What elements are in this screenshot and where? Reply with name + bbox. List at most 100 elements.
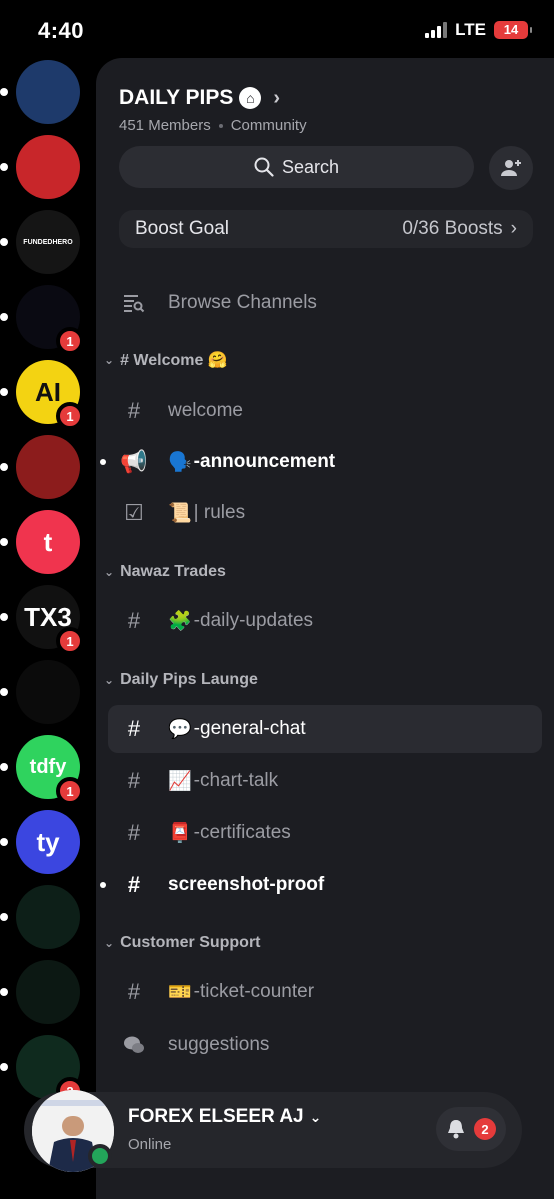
status-time: 4:40: [38, 18, 85, 43]
server-rail: FUNDEDHERO1AI1tTX31tdfy1ty2: [0, 0, 96, 1199]
mention-badge: 1: [56, 627, 84, 655]
hashtag-icon: #: [127, 979, 141, 1004]
hashtag-icon: #: [127, 872, 141, 897]
server-13-icon[interactable]: [0, 960, 80, 1024]
category-nawaz-trades[interactable]: ⌄ Nawaz Trades: [104, 563, 226, 581]
server-2-icon[interactable]: [0, 135, 80, 199]
server-12-icon[interactable]: [0, 885, 80, 949]
unread-pip: [0, 313, 8, 321]
chevron-down-icon: ⌄: [104, 936, 115, 950]
unread-pip: [0, 388, 8, 396]
server-fundedhero-icon[interactable]: FUNDEDHERO: [0, 210, 80, 274]
category-daily-pips-launge[interactable]: ⌄ Daily Pips Launge: [104, 671, 258, 689]
search-button[interactable]: Search: [119, 146, 474, 188]
server-ai-icon[interactable]: AI 1: [0, 360, 84, 430]
channel-general-chat[interactable]: # 💬 -general-chat: [108, 705, 542, 753]
server-ty-icon[interactable]: ty: [0, 810, 80, 874]
server-type: Community: [230, 117, 307, 134]
status-right: LTE 14: [425, 20, 532, 40]
channel-label: screenshot-proof: [168, 874, 325, 895]
mention-badge: 1: [56, 777, 84, 805]
server-tdfy-icon[interactable]: tdfy 1: [0, 735, 84, 805]
server-name: DAILY PIPS: [119, 86, 234, 109]
channel-daily-updates[interactable]: # 🧩 -daily-updates: [108, 597, 542, 645]
channel-label: suggestions: [168, 1034, 270, 1055]
invite-button[interactable]: [489, 146, 533, 190]
channel-welcome[interactable]: # welcome: [108, 387, 542, 435]
server-meta: 451 Members Community: [119, 117, 307, 134]
channel-panel: DAILY PIPS ⌂ › 451 Members Community Sea…: [96, 58, 554, 1199]
server-initials: AI: [35, 376, 61, 407]
channel-chart-talk[interactable]: # 📈 -chart-talk: [108, 757, 542, 805]
hashtag-icon: #: [127, 608, 141, 633]
boost-label: Boost Goal: [135, 218, 229, 239]
channel-rules[interactable]: ☑ 📜 | rules: [108, 489, 542, 537]
forum-icon: [122, 1035, 146, 1055]
boost-goal-bar[interactable]: Boost Goal 0/36 Boosts ›: [119, 210, 533, 248]
channel-label: welcome: [168, 400, 243, 421]
server-9-icon[interactable]: [0, 660, 80, 724]
unread-pip: [0, 838, 8, 846]
status-bar: 4:40 LTE 14: [0, 0, 554, 60]
category-label: Customer Support: [120, 934, 261, 951]
category-label: Nawaz Trades: [120, 563, 226, 580]
server-t-icon[interactable]: t: [0, 510, 80, 574]
server-6-icon[interactable]: [0, 435, 80, 499]
channel-label: -chart-talk: [193, 770, 279, 791]
unread-indicator: [100, 459, 106, 465]
channel-certificates[interactable]: # 📮 -certificates: [108, 809, 542, 857]
channel-announcement[interactable]: 📢 🗣️ -announcement: [100, 438, 542, 486]
bell-icon: [448, 1120, 464, 1139]
chevron-right-icon: ›: [510, 218, 517, 239]
community-badge-icon: ⌂: [239, 87, 262, 109]
unread-pip: [0, 688, 8, 696]
server-4-icon[interactable]: 1: [0, 285, 84, 355]
chevron-down-icon: ⌄: [104, 353, 115, 367]
unread-pip: [0, 238, 8, 246]
channel-label: -general-chat: [193, 718, 306, 739]
server-tx3-icon[interactable]: TX3 1: [0, 585, 84, 655]
browse-channels-icon: [122, 293, 146, 313]
server-1-icon[interactable]: [0, 60, 80, 124]
user-status: Online: [128, 1136, 172, 1153]
chevron-right-icon: ›: [273, 86, 281, 109]
search-label: Search: [281, 156, 340, 177]
unread-pip: [0, 1063, 8, 1071]
browse-channels-label: Browse Channels: [168, 292, 317, 313]
channel-ticket-counter[interactable]: # 🎫 -ticket-counter: [108, 968, 542, 1016]
unread-pip: [0, 463, 8, 471]
chevron-down-icon: ⌄: [309, 1108, 322, 1125]
mention-badge: 1: [56, 402, 84, 430]
add-user-icon: [501, 160, 521, 176]
unread-indicator: [100, 882, 106, 888]
server-header[interactable]: DAILY PIPS ⌂ ›: [119, 86, 280, 110]
category-label: Daily Pips Launge: [120, 671, 258, 688]
search-icon: [254, 157, 274, 177]
unread-pip: [0, 88, 8, 96]
channel-suggestions[interactable]: suggestions: [108, 1021, 542, 1069]
category-welcome[interactable]: ⌄ # Welcome 🤗: [104, 350, 228, 370]
battery-icon: 14: [494, 21, 532, 39]
boost-value: 0/36 Boosts: [402, 218, 503, 239]
category-label: # Welcome 🤗: [120, 352, 228, 369]
unread-pip: [0, 163, 8, 171]
category-customer-support[interactable]: ⌄ Customer Support: [104, 934, 261, 952]
chevron-down-icon: ⌄: [104, 565, 115, 579]
user-bar: FOREX ELSEER AJ ⌄ Online 2: [24, 1090, 522, 1172]
notification-count: 2: [474, 1118, 496, 1140]
hashtag-icon: #: [127, 768, 141, 793]
signal-icon: [425, 22, 448, 38]
browse-channels[interactable]: Browse Channels: [108, 279, 542, 327]
channel-label: -certificates: [193, 822, 291, 843]
user-name[interactable]: FOREX ELSEER AJ ⌄: [128, 1106, 321, 1128]
channel-screenshot-proof[interactable]: # screenshot-proof: [100, 861, 542, 909]
mention-badge: 1: [56, 327, 84, 355]
unread-pip: [0, 613, 8, 621]
server-initials: ty: [36, 826, 60, 857]
unread-pip: [0, 913, 8, 921]
unread-pip: [0, 988, 8, 996]
unread-pip: [0, 763, 8, 771]
server-initials: tdfy: [29, 755, 67, 778]
network-label: LTE: [455, 20, 486, 39]
notifications-button[interactable]: 2: [436, 1107, 506, 1151]
